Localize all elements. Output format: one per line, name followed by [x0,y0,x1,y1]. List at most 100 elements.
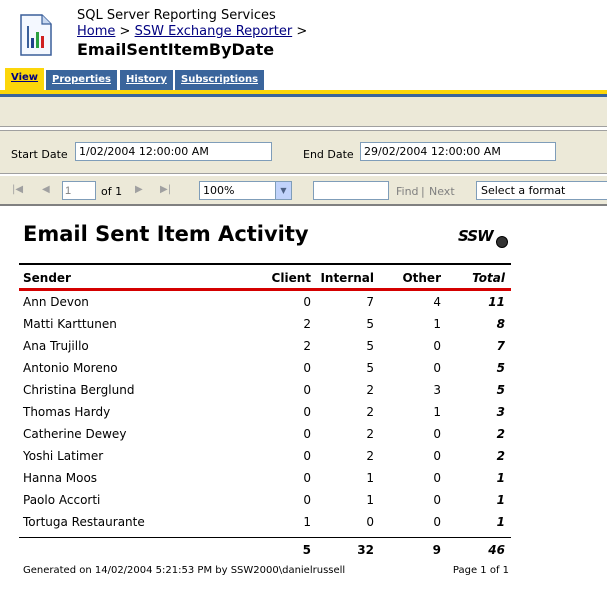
tab-view[interactable]: View [5,68,45,92]
cell-other: 0 [433,471,441,485]
chevron-down-icon[interactable]: ▼ [275,182,291,199]
cell-internal: 2 [366,449,374,463]
cell-total: 5 [496,361,505,375]
cell-client: 0 [303,383,311,397]
cell-total: 7 [496,339,505,353]
header: SQL Server Reporting Services Home > SSW… [0,0,607,68]
cell-sender: Matti Karttunen [23,317,117,331]
cell-internal: 5 [366,317,374,331]
logo-dot [496,236,508,248]
report-title: Email Sent Item Activity [23,222,309,246]
app-title: SQL Server Reporting Services [77,8,276,23]
table-row: Hanna Moos 0 1 0 1 [19,467,511,489]
total-other: 9 [432,543,441,557]
breadcrumb-separator: > [296,24,308,39]
total-internal: 32 [357,543,374,557]
table-totals-row: 5 32 9 46 [19,537,511,559]
next-page-icon[interactable]: ▶ [135,184,143,195]
cell-total: 2 [496,427,505,441]
end-date-label: End Date [303,148,354,161]
last-page-icon[interactable]: ▶| [160,184,171,195]
cell-other: 1 [433,317,441,331]
breadcrumb-home-link[interactable]: Home [77,24,115,39]
page-title: EmailSentItemByDate [77,40,275,59]
find-link[interactable]: Find [396,185,419,198]
page-count-label: of 1 [101,185,123,198]
start-date-input[interactable] [75,142,272,161]
tab-history[interactable]: History [120,70,173,90]
table-row: Catherine Dewey 0 2 0 2 [19,423,511,445]
cell-other: 4 [433,295,441,309]
col-header-total: Total [472,271,505,285]
col-header-client: Client [271,271,311,285]
find-separator: | [421,185,425,198]
cell-client: 2 [303,317,311,331]
table-row: Ann Devon 0 7 4 11 [19,291,511,313]
tab-properties[interactable]: Properties [46,70,117,90]
table-row: Christina Berglund 0 2 3 5 [19,379,511,401]
total-total: 46 [488,543,505,557]
cell-internal: 1 [366,471,374,485]
cell-other: 0 [433,515,441,529]
table-row: Tortuga Restaurante 1 0 0 1 [19,511,511,533]
table-row: Ana Trujillo 2 5 0 7 [19,335,511,357]
cell-sender: Ana Trujillo [23,339,89,353]
cell-internal: 0 [366,515,374,529]
cell-internal: 2 [366,427,374,441]
cell-total: 1 [496,493,505,507]
cell-client: 0 [303,471,311,485]
cell-internal: 5 [366,339,374,353]
cell-total: 1 [496,471,505,485]
cell-sender: Christina Berglund [23,383,135,397]
tab-subscriptions[interactable]: Subscriptions [175,70,265,90]
report-icon [20,14,52,56]
cell-sender: Ann Devon [23,295,89,309]
cell-client: 2 [303,339,311,353]
cell-other: 1 [433,405,441,419]
export-format-select[interactable]: Select a format [476,181,607,200]
cell-sender: Tortuga Restaurante [23,515,145,529]
activity-table: Sender Client Internal Other Total Ann D… [19,263,511,559]
breadcrumb: Home > SSW Exchange Reporter > [77,24,307,39]
logo-text: SSW [458,227,494,245]
cell-sender: Catherine Dewey [23,427,127,441]
previous-page-icon[interactable]: ◀ [42,184,50,195]
find-input[interactable] [313,181,389,200]
table-row: Yoshi Latimer 0 2 0 2 [19,445,511,467]
generated-text: Generated on 14/02/2004 5:21:53 PM by SS… [23,565,346,576]
cell-internal: 7 [366,295,374,309]
page-number-input[interactable] [62,181,96,200]
cell-client: 0 [303,361,311,375]
cell-total: 1 [496,515,505,529]
end-date-input[interactable] [360,142,556,161]
table-header: Sender Client Internal Other Total [19,263,511,291]
breadcrumb-folder-link[interactable]: SSW Exchange Reporter [135,24,293,39]
cell-other: 0 [433,493,441,507]
cell-total: 8 [496,317,505,331]
zoom-value: 100% [203,184,235,197]
cell-other: 0 [433,427,441,441]
cell-sender: Paolo Accorti [23,493,101,507]
cell-total: 11 [488,295,505,309]
page-indicator: Page 1 of 1 [452,565,509,576]
zoom-select[interactable]: 100% ▼ [199,181,292,200]
cell-internal: 5 [366,361,374,375]
cell-internal: 1 [366,493,374,507]
cell-client: 0 [303,449,311,463]
find-next-link[interactable]: Next [429,185,455,198]
table-row: Thomas Hardy 0 2 1 3 [19,401,511,423]
table-row: Antonio Moreno 0 5 0 5 [19,357,511,379]
cell-client: 0 [303,493,311,507]
col-header-internal: Internal [320,271,374,285]
report-footer: Generated on 14/02/2004 5:21:53 PM by SS… [23,565,509,576]
first-page-icon[interactable]: |◀ [12,184,23,195]
table-body: Ann Devon 0 7 4 11 Matti Karttunen 2 5 1 8 Ana Tru… [19,291,511,533]
cell-sender: Hanna Moos [23,471,98,485]
cell-total: 2 [496,449,505,463]
cell-client: 1 [303,515,311,529]
toolbar-area [0,97,607,127]
cell-internal: 2 [366,383,374,397]
start-date-label: Start Date [11,148,68,161]
col-header-sender: Sender [23,271,71,285]
cell-sender: Thomas Hardy [23,405,111,419]
